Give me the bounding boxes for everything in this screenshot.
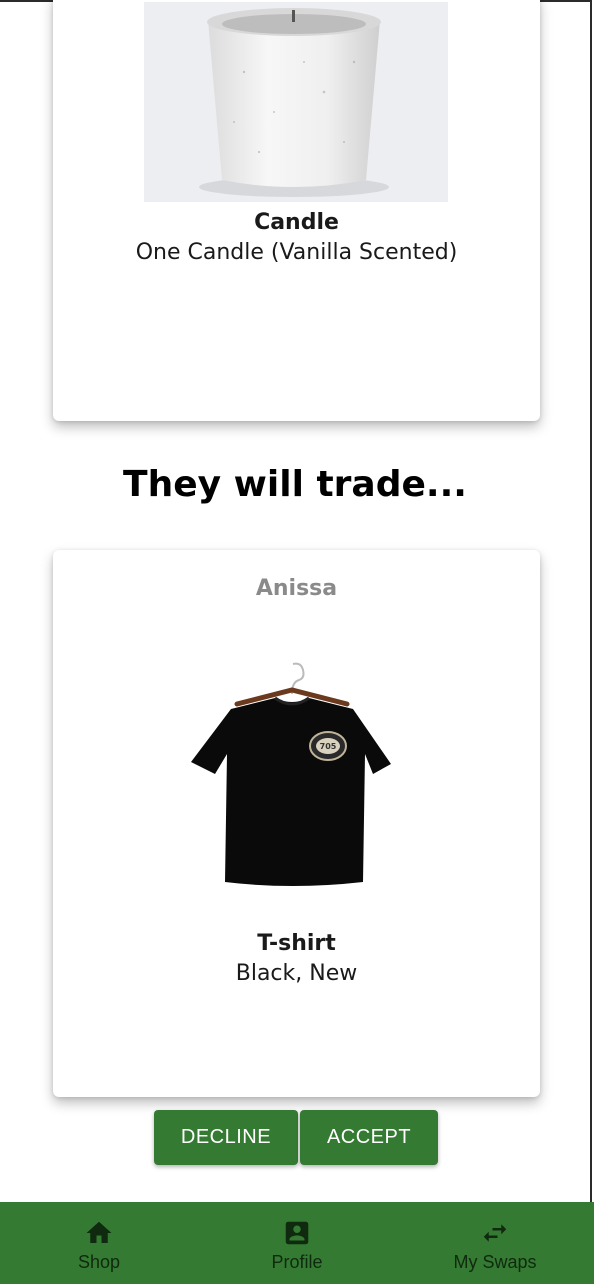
bottom-navigation: Shop Profile My Swaps bbox=[0, 1202, 594, 1284]
shirt-badge-text: 705 bbox=[320, 742, 337, 751]
nav-item-profile[interactable]: Profile bbox=[198, 1202, 396, 1284]
their-item-description: Black, New bbox=[235, 961, 358, 986]
account-box-icon bbox=[282, 1218, 312, 1248]
candle-photo bbox=[144, 2, 448, 202]
trade-heading: They will trade... bbox=[123, 464, 467, 505]
nav-item-shop[interactable]: Shop bbox=[0, 1202, 198, 1284]
nav-label-my-swaps: My Swaps bbox=[453, 1252, 537, 1272]
trade-actions: DECLINE ACCEPT bbox=[154, 1110, 438, 1165]
offer-item-title: Candle bbox=[254, 210, 339, 235]
their-item-title: T-shirt bbox=[257, 931, 336, 956]
offer-item-card[interactable]: Candle One Candle (Vanilla Scented) bbox=[53, 0, 540, 421]
offer-item-description: One Candle (Vanilla Scented) bbox=[135, 240, 458, 265]
nav-label-shop: Shop bbox=[77, 1252, 121, 1272]
decline-button[interactable]: DECLINE bbox=[154, 1110, 298, 1165]
nav-item-my-swaps[interactable]: My Swaps bbox=[396, 1202, 594, 1284]
their-item-card[interactable]: Anissa 705 T-shirt Black, New bbox=[53, 550, 540, 1097]
nav-label-profile: Profile bbox=[271, 1252, 323, 1272]
tshirt-photo: 705 bbox=[185, 654, 399, 894]
swap-horiz-icon bbox=[480, 1218, 510, 1248]
screen: Candle One Candle (Vanilla Scented) They… bbox=[0, 0, 594, 1284]
accept-button[interactable]: ACCEPT bbox=[300, 1110, 438, 1165]
owner-name[interactable]: Anissa bbox=[53, 576, 540, 601]
home-icon bbox=[84, 1218, 114, 1248]
